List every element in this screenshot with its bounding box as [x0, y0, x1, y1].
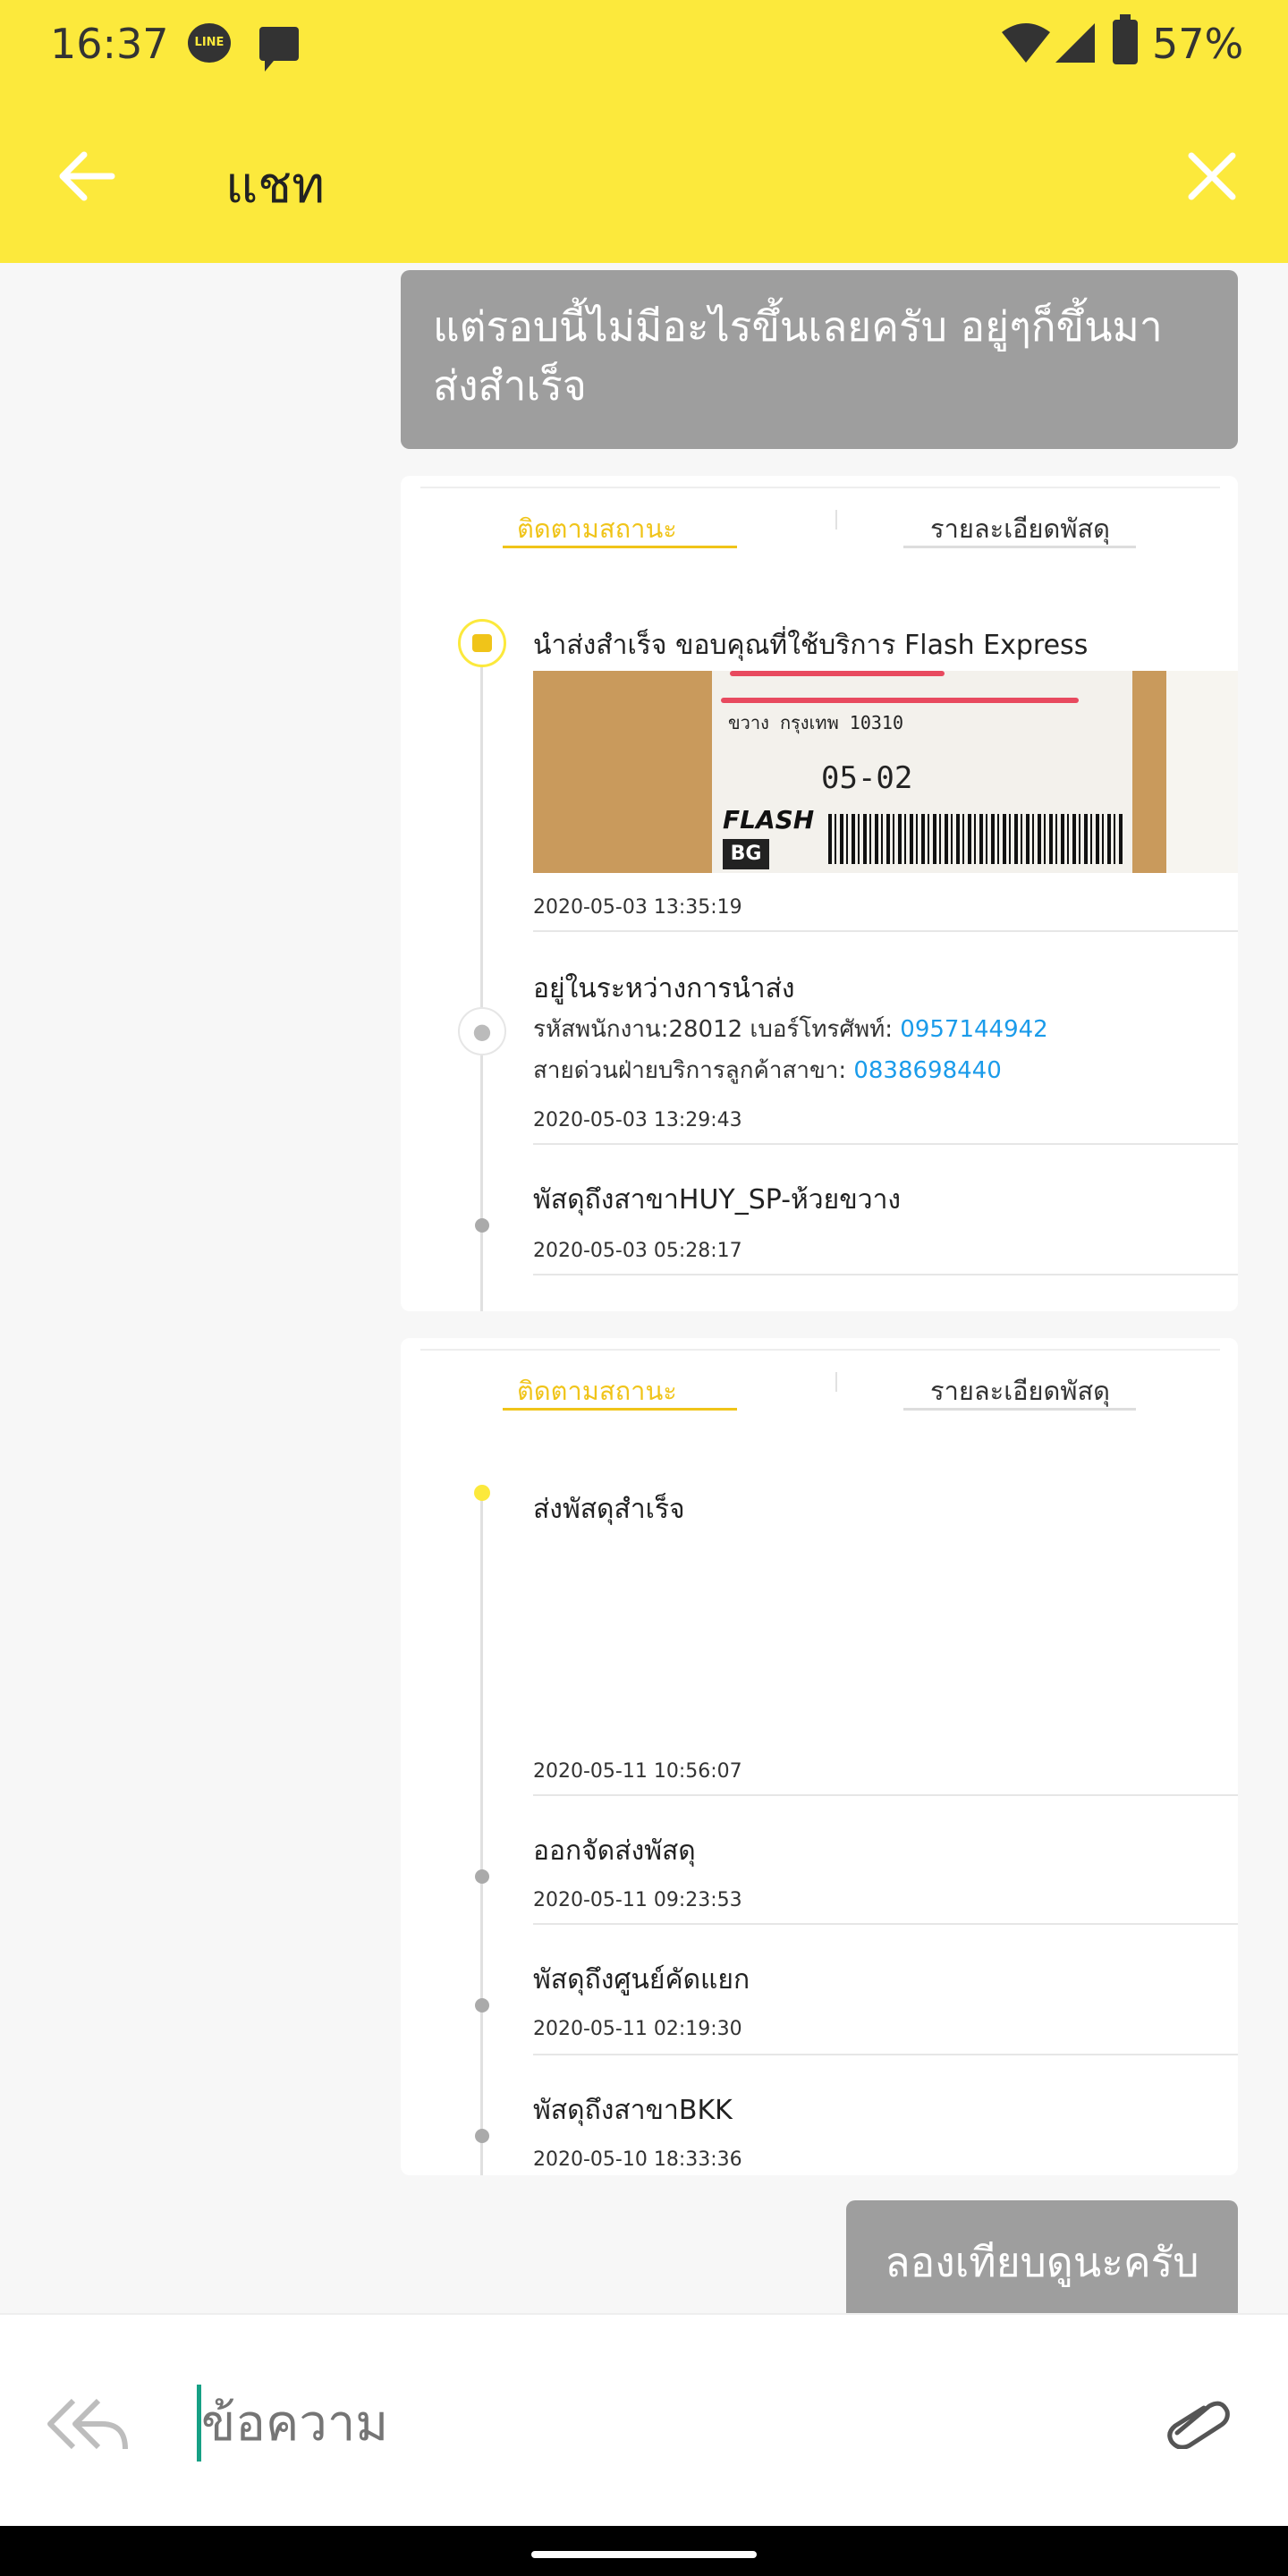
delivered-check-icon	[458, 619, 506, 667]
close-icon[interactable]	[1172, 136, 1252, 216]
event-divider	[533, 1274, 1238, 1275]
inactive-tab-underline	[903, 1408, 1136, 1411]
battery-icon	[1113, 14, 1138, 64]
event-detail-line: รหัสพนักงาน:28012 เบอร์โทรศัพท์: 0957144…	[533, 1011, 1048, 1047]
message-input[interactable]	[197, 2385, 1091, 2462]
active-tab-underline	[503, 546, 737, 548]
timeline-dot	[475, 2129, 489, 2143]
flash-logo: FLASH	[723, 805, 815, 835]
tab-divider	[835, 510, 837, 530]
inactive-tab-underline	[903, 546, 1136, 548]
message-notification-icon	[259, 27, 299, 72]
tab-parcel-details: รายละเอียดพัสดุ	[930, 513, 1111, 544]
tracking-tabs: ติดตามสถานะ รายละเอียดพัสดุ	[420, 1349, 1220, 1426]
tab-tracking-status: ติดตามสถานะ	[517, 513, 677, 544]
event-title: อยู่ในระหว่างการนำส่ง	[533, 973, 795, 1004]
line-app-icon: LINE	[188, 23, 231, 63]
active-tab-underline	[503, 1408, 737, 1411]
timeline-dot	[475, 1218, 489, 1233]
event-title: ออกจัดส่งพัสดุ	[533, 1835, 696, 1867]
cellular-signal-icon	[1055, 23, 1095, 63]
timeline-line	[480, 1492, 483, 2175]
event-divider	[533, 930, 1238, 932]
tracking-tabs: ติดตามสถานะ รายละเอียดพัสดุ	[420, 487, 1220, 564]
delivery-proof-photo: ขวาง กรุงเทพ 10310 05-02 FLASH BG	[533, 671, 1238, 873]
event-divider	[533, 1143, 1238, 1145]
tab-parcel-details: รายละเอียดพัสดุ	[930, 1376, 1111, 1406]
status-bar: 16:37 LINE 57%	[0, 0, 1288, 89]
label-bg-badge: BG	[723, 839, 769, 869]
tab-divider	[835, 1372, 837, 1392]
reply-all-icon[interactable]	[47, 2394, 129, 2456]
hotline-phone-link[interactable]: 0838698440	[853, 1057, 1001, 1084]
event-title: ส่งพัสดุสำเร็จ	[533, 1494, 685, 1525]
timeline-dot-current	[474, 1485, 490, 1501]
timeline-dot	[475, 1869, 489, 1884]
chat-message-bubble[interactable]: แต่รอบนี้ไม่มีอะไรขึ้นเลยครับ อยู่ๆก็ขึ้…	[401, 270, 1238, 449]
status-time: 16:37	[50, 20, 169, 68]
app-bar: แชท	[0, 89, 1288, 263]
home-gesture-handle[interactable]	[531, 2551, 757, 2558]
event-title: พัสดุถึงศูนย์คัดแยก	[533, 1964, 750, 1996]
label-pickup-code: 05-02	[821, 760, 913, 796]
back-arrow-icon[interactable]	[45, 136, 125, 216]
event-time: 2020-05-03 13:29:43	[533, 1109, 742, 1131]
event-time: 2020-05-11 02:19:30	[533, 2018, 742, 2040]
staff-id-label: รหัสพนักงาน:28012 เบอร์โทรศัพท์:	[533, 1016, 894, 1043]
event-divider	[533, 1794, 1238, 1796]
scooter-icon: ●	[458, 1007, 506, 1055]
event-title: พัสดุถึงสาขาBKK	[533, 2095, 733, 2126]
barcode	[828, 814, 1123, 864]
tab-tracking-status: ติดตามสถานะ	[517, 1376, 677, 1406]
event-detail-line: สายด่วนฝ่ายบริการลูกค้าสาขา: 0838698440	[533, 1052, 1002, 1089]
staff-phone-link[interactable]: 0957144942	[900, 1016, 1047, 1043]
chat-message-bubble[interactable]: ลองเทียบดูนะครับ	[846, 2200, 1238, 2327]
battery-percent: 57%	[1152, 20, 1244, 68]
page-title: แชท	[225, 157, 326, 215]
label-address: ขวาง กรุงเทพ 10310	[728, 712, 904, 733]
event-time: 2020-05-03 13:35:19	[533, 896, 742, 919]
redaction-mark	[721, 698, 1079, 703]
system-nav-bar	[0, 2526, 1288, 2576]
event-title: นำส่งสำเร็จ ขอบคุณที่ใช้บริการ Flash Exp…	[533, 630, 1089, 661]
event-title: พัสดุถึงสาขาHUY_SP-ห้วยขวาง	[533, 1184, 902, 1216]
wifi-icon	[1002, 23, 1050, 63]
message-composer	[0, 2313, 1288, 2526]
event-time: 2020-05-11 09:23:53	[533, 1889, 742, 1911]
redaction-mark	[730, 671, 945, 676]
tracking-screenshot-card[interactable]: ติดตามสถานะ รายละเอียดพัสดุ	[401, 1338, 1238, 2175]
timeline-line	[480, 665, 483, 1311]
event-time: 2020-05-11 10:56:07	[533, 1760, 742, 1783]
paperclip-icon[interactable]	[1163, 2399, 1231, 2449]
event-time: 2020-05-10 18:33:36	[533, 2148, 742, 2171]
event-divider	[533, 2054, 1238, 2055]
parcel-label-edge	[1166, 671, 1238, 873]
hotline-label: สายด่วนฝ่ายบริการลูกค้าสาขา:	[533, 1057, 847, 1084]
event-divider	[533, 1923, 1238, 1925]
event-time: 2020-05-03 05:28:17	[533, 1240, 742, 1262]
timeline-dot	[475, 1998, 489, 2012]
